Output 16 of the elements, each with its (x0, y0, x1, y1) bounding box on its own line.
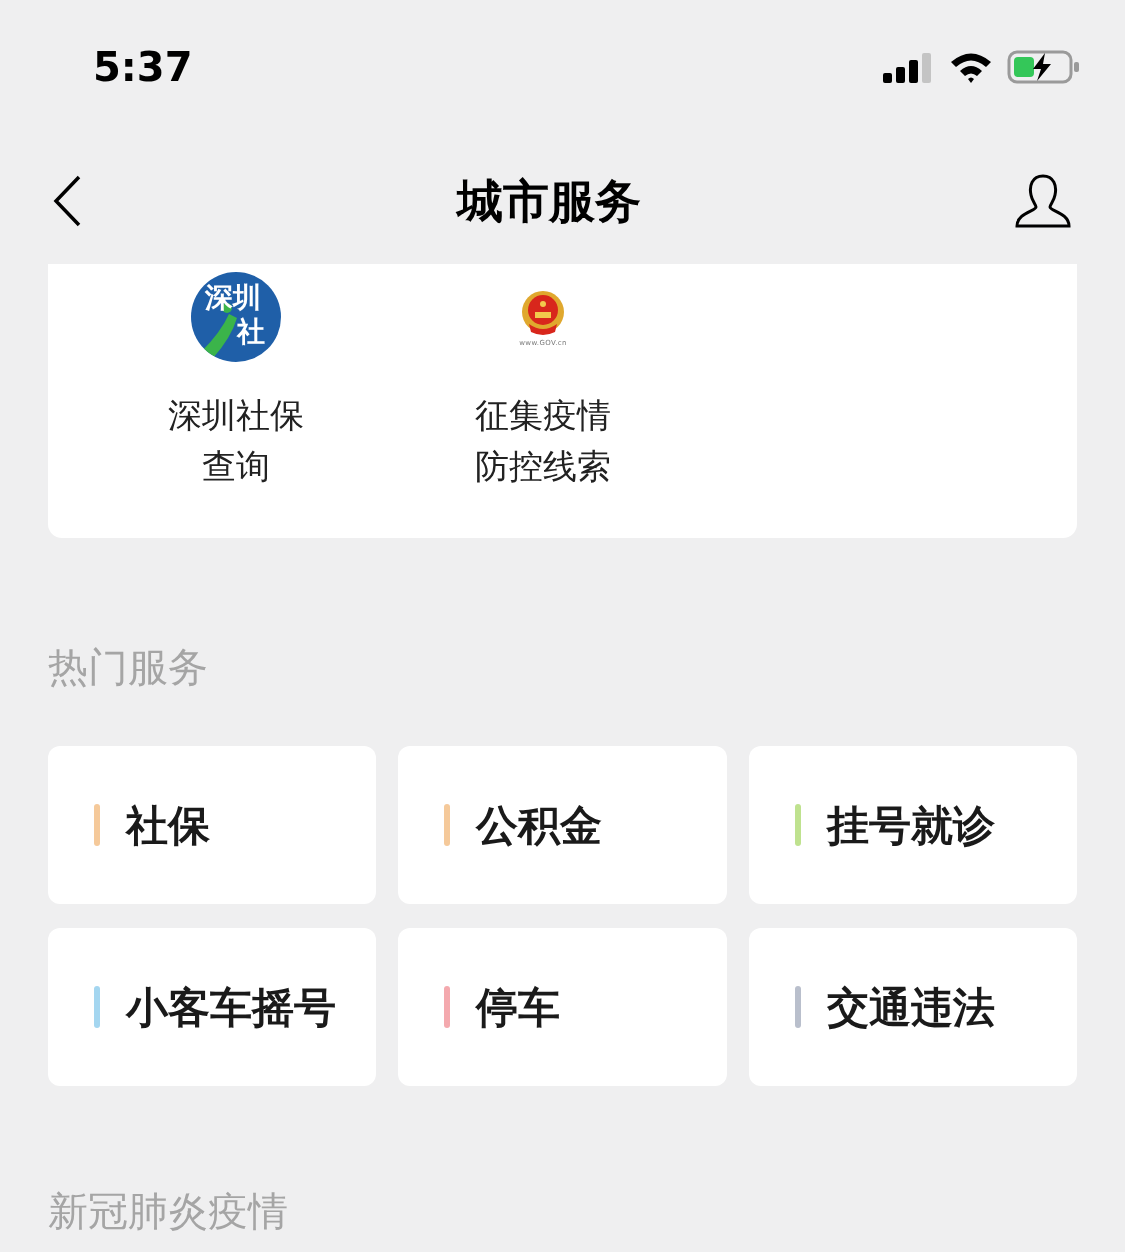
battery-charging-icon (1007, 50, 1081, 84)
page-title: 城市服务 (456, 172, 641, 230)
service-tile[interactable]: 小客车摇号 (48, 928, 377, 1086)
wifi-icon (949, 51, 993, 83)
social-security-logo: 深圳 社 (191, 272, 281, 362)
service-tile[interactable]: 交通违法 (748, 928, 1077, 1086)
service-tile[interactable]: 挂号就诊 (748, 746, 1077, 904)
service-item[interactable]: 深圳 社 深圳社保 查询 (146, 272, 326, 538)
service-tile[interactable]: 停车 (398, 928, 727, 1086)
service-label: 深圳社保 查询 (168, 394, 304, 488)
service-tile[interactable]: 公积金 (398, 746, 727, 904)
section-title: 新冠肺炎疫情 (48, 1187, 289, 1236)
section-title: 热门服务 (48, 643, 209, 692)
service-tile[interactable]: 社保 (48, 746, 377, 904)
service-label: 征集疫情 防控线索 (475, 394, 611, 488)
status-time: 5:37 (93, 43, 193, 92)
